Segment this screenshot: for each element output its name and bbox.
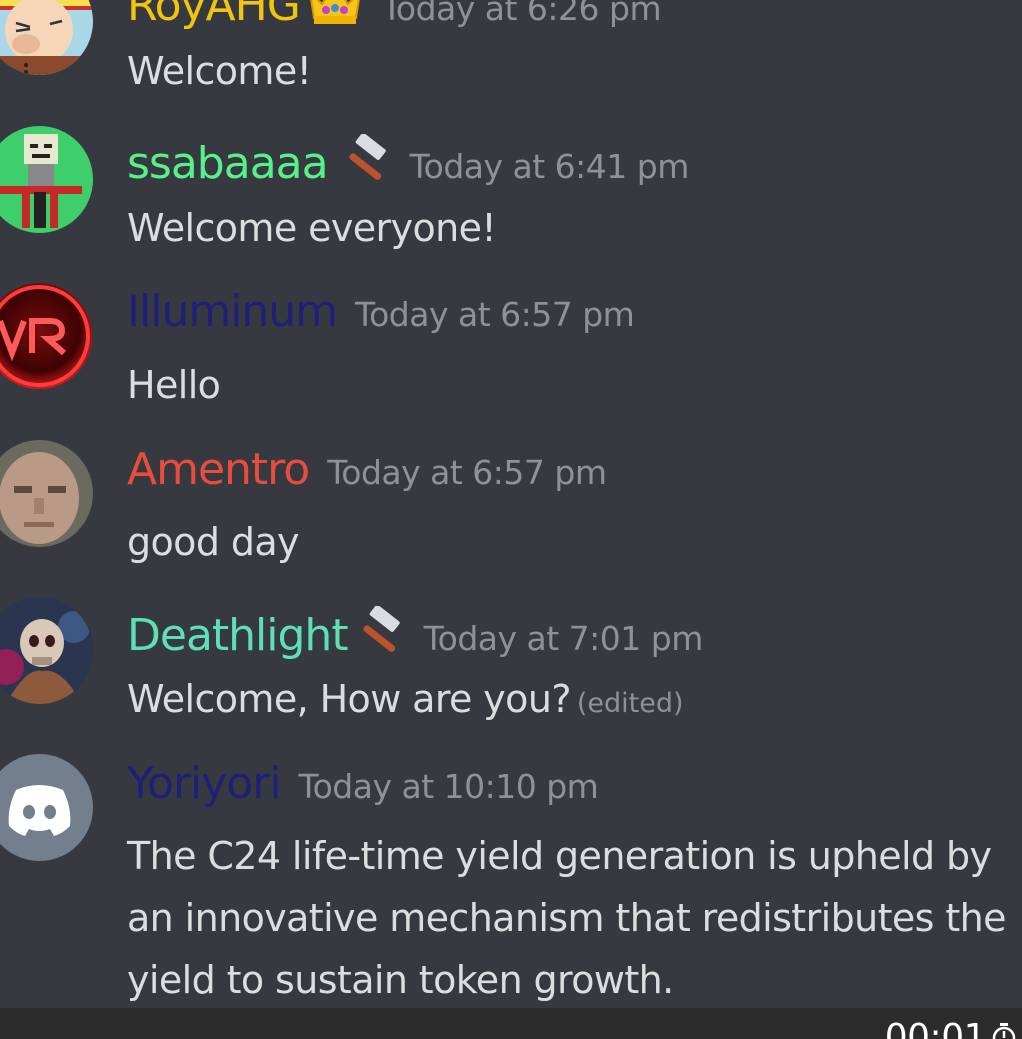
username[interactable]: Deathlight xyxy=(127,610,349,661)
username[interactable]: Yoriyori xyxy=(127,758,282,809)
message-content: Welcome! xyxy=(127,49,312,93)
message-text: Welcome, How are you? xyxy=(127,677,571,721)
avatar[interactable] xyxy=(0,754,93,861)
username[interactable]: ssabaaaa xyxy=(127,138,329,189)
message-timestamp: Today at 6:57 pm xyxy=(327,453,607,492)
message-content: Hello xyxy=(127,363,221,407)
message-timestamp: Today at 6:26 pm xyxy=(381,0,662,28)
message-content: Welcome, How are you? (edited) xyxy=(127,668,1016,735)
username[interactable]: Illuminum xyxy=(127,286,338,337)
message-content: Welcome everyone! xyxy=(127,206,497,250)
hammer-icon xyxy=(348,606,406,656)
avatar[interactable] xyxy=(0,440,93,547)
message-timestamp: Today at 6:57 pm xyxy=(355,295,635,334)
avatar[interactable] xyxy=(0,283,93,390)
edited-label: (edited) xyxy=(576,688,684,719)
username[interactable]: RoyAHG xyxy=(127,0,301,31)
cartoon-avatar-icon xyxy=(0,0,93,75)
timer-readout: 00:01 xyxy=(884,1017,987,1039)
username[interactable]: Amentro xyxy=(127,444,310,495)
message-timestamp: Today at 10:10 pm xyxy=(298,767,599,806)
message-content: The C24 life-time yield generation is up… xyxy=(127,834,1006,1002)
face-photo-avatar-icon xyxy=(0,440,93,547)
hammer-icon xyxy=(334,134,392,184)
avatar[interactable] xyxy=(0,126,93,233)
bottom-bar: 00:01 xyxy=(0,1008,1022,1039)
avatar[interactable] xyxy=(0,597,93,704)
discord-default-avatar-icon xyxy=(0,754,93,861)
pixel-art-avatar-icon xyxy=(0,126,93,233)
stopwatch-icon xyxy=(992,1023,1016,1039)
avatar[interactable] xyxy=(0,0,93,75)
crown-icon xyxy=(306,0,364,26)
message-timestamp: Today at 6:41 pm xyxy=(409,147,690,186)
skull-art-avatar-icon xyxy=(0,597,93,704)
vr-logo-avatar-icon xyxy=(0,283,92,389)
message-content: good day xyxy=(127,520,300,564)
message-timestamp: Today at 7:01 pm xyxy=(423,619,704,658)
chat-message-list: RoyAHG Today at 6:26 pm Welcome! ssabaaa… xyxy=(0,0,1022,1008)
